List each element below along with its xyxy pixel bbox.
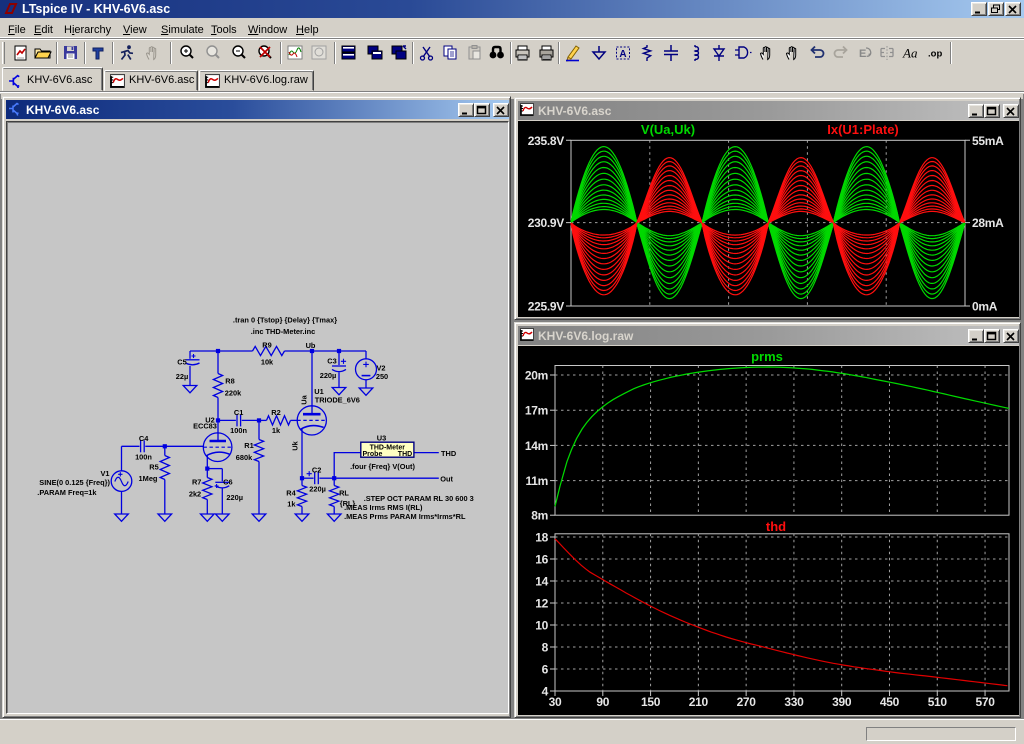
svg-text:14m: 14m: [525, 439, 548, 453]
svg-text:.inc THD-Meter.inc: .inc THD-Meter.inc: [251, 327, 315, 336]
svg-text:Out: Out: [440, 475, 453, 484]
svg-text:.op: .op: [928, 49, 942, 60]
svg-text:330: 330: [784, 695, 804, 709]
svg-text:450: 450: [880, 695, 900, 709]
svg-text:28mA: 28mA: [972, 216, 1004, 230]
svg-text:20m: 20m: [525, 369, 548, 383]
svg-text:.MEAS Irms RMS I(RL): .MEAS Irms RMS I(RL): [344, 503, 423, 512]
svg-text:100n: 100n: [135, 453, 152, 462]
svg-text:680k: 680k: [236, 453, 253, 462]
svg-text:220µ: 220µ: [320, 371, 337, 380]
svg-text:U3: U3: [377, 433, 386, 442]
svg-text:R7: R7: [192, 477, 201, 486]
svg-text:prms: prms: [751, 349, 783, 364]
svg-text:10: 10: [535, 619, 548, 633]
svg-text:C6: C6: [223, 478, 232, 487]
svg-text:11m: 11m: [526, 474, 548, 488]
svg-text:TRIODE_6V6: TRIODE_6V6: [315, 396, 360, 405]
svg-text:Uk: Uk: [291, 440, 300, 450]
svg-text:R8: R8: [225, 376, 234, 385]
svg-text:V1: V1: [100, 469, 109, 478]
svg-text:.PARAM Freq=1k: .PARAM Freq=1k: [37, 488, 97, 497]
svg-text:150: 150: [641, 695, 661, 709]
svg-text:Ub: Ub: [306, 341, 316, 350]
svg-text:17m: 17m: [525, 404, 548, 418]
svg-text:thd: thd: [766, 519, 786, 534]
svg-text:.MEAS Prms PARAM Irms*Irms*RL: .MEAS Prms PARAM Irms*Irms*RL: [344, 512, 466, 521]
svg-text:12: 12: [535, 597, 548, 611]
svg-text:THD: THD: [398, 451, 412, 458]
svg-text:6: 6: [542, 663, 549, 677]
svg-text:225.9V: 225.9V: [528, 300, 565, 314]
svg-text:0mA: 0mA: [972, 300, 998, 314]
svg-text:220µ: 220µ: [226, 493, 243, 502]
svg-text:V2: V2: [376, 363, 385, 372]
svg-text:30: 30: [549, 695, 562, 709]
svg-text:220k: 220k: [225, 388, 242, 397]
svg-text:.tran 0 {Tstop} {Delay} {Tmax}: .tran 0 {Tstop} {Delay} {Tmax}: [233, 316, 337, 325]
svg-text:570: 570: [975, 695, 995, 709]
svg-text:RL: RL: [339, 488, 349, 497]
svg-text:R4: R4: [286, 489, 296, 498]
svg-text:1Meg: 1Meg: [139, 474, 158, 483]
svg-text:90: 90: [596, 695, 609, 709]
svg-text:R5: R5: [149, 462, 158, 471]
svg-text:8: 8: [542, 641, 549, 655]
svg-text:220µ: 220µ: [309, 484, 326, 493]
svg-text:235.8V: 235.8V: [528, 134, 565, 148]
svg-text:R2: R2: [271, 408, 280, 417]
svg-text:Probe: Probe: [363, 451, 383, 458]
svg-text:10k: 10k: [261, 358, 274, 367]
svg-text:4: 4: [542, 685, 549, 699]
svg-text:R9: R9: [262, 340, 271, 349]
svg-text:1k: 1k: [287, 500, 296, 509]
svg-text:510: 510: [928, 695, 948, 709]
svg-text:C3: C3: [327, 356, 336, 365]
svg-text:390: 390: [832, 695, 852, 709]
svg-text:Ix(U1:Plate): Ix(U1:Plate): [827, 122, 899, 137]
svg-text:16: 16: [535, 553, 548, 567]
svg-text:THD: THD: [441, 449, 457, 458]
svg-text:8m: 8m: [531, 509, 548, 523]
svg-text:100n: 100n: [230, 426, 247, 435]
svg-text:E: E: [859, 48, 866, 60]
svg-text:210: 210: [689, 695, 709, 709]
svg-text:14: 14: [535, 575, 548, 589]
svg-text:SINE(0 0.125 {Freq}): SINE(0 0.125 {Freq}): [39, 478, 110, 487]
svg-text:1k: 1k: [272, 426, 281, 435]
svg-text:.STEP OCT PARAM RL 30 600 3: .STEP OCT PARAM RL 30 600 3: [364, 494, 474, 503]
svg-text:18: 18: [535, 531, 548, 545]
svg-text:ECC83: ECC83: [193, 422, 217, 431]
svg-text:C2: C2: [312, 466, 321, 475]
svg-text:2k2: 2k2: [189, 489, 201, 498]
svg-text:250: 250: [376, 372, 388, 381]
svg-text:.four {Freq} V(Out): .four {Freq} V(Out): [350, 462, 415, 471]
svg-text:55mA: 55mA: [972, 134, 1004, 148]
svg-text:R1: R1: [244, 441, 253, 450]
svg-text:22µ: 22µ: [176, 372, 188, 381]
svg-text:C4: C4: [139, 434, 149, 443]
svg-text:A: A: [619, 49, 626, 60]
svg-text:270: 270: [737, 695, 757, 709]
svg-text:C5: C5: [177, 357, 186, 366]
svg-text:V(Ua,Uk): V(Ua,Uk): [641, 122, 695, 137]
svg-text:230.9V: 230.9V: [528, 216, 565, 230]
svg-text:Ua: Ua: [299, 394, 308, 404]
svg-text:C1: C1: [234, 408, 243, 417]
svg-text:Aa: Aa: [902, 46, 918, 61]
